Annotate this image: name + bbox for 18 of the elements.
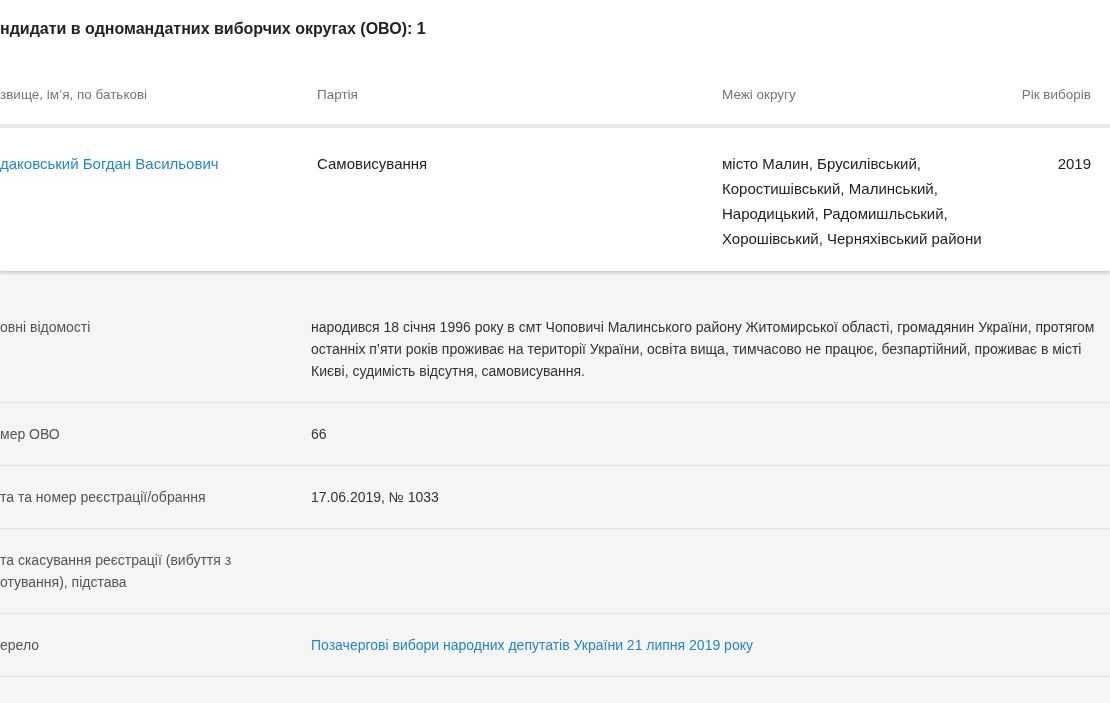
- field-label: мер ОВО: [0, 425, 61, 444]
- field-value: 17.06.2019, № 1033: [311, 488, 440, 507]
- candidate-link[interactable]: даковський Богдан Васильович: [0, 151, 219, 176]
- year-cell-text: 2019: [1056, 154, 1092, 174]
- section-heading: ндидати в одномандатних виборчих округах (ОВО): 1: [0, 19, 427, 39]
- source-link[interactable]: Позачергові вибори народних депутатів України 21 липня 2019 року: [311, 634, 753, 656]
- field-value: 66: [311, 425, 328, 444]
- district-cell-text: місто Малин, Брусилівський, Коростишівський, Малинський, Народицький, Радомишльський, Хорошівський, Черняхівський райони: [722, 154, 983, 249]
- column-header: Межі округу: [722, 86, 797, 102]
- field-label: ерело: [0, 636, 40, 655]
- field-label: та скасування реєстрації (вибуття з отування), підстава: [0, 551, 233, 592]
- column-header: Рік виборів: [1020, 86, 1092, 102]
- field-value: народився 18 січня 1996 року в смт Чоповичі Малинського району Житомирської області, громадянин України, протягом останніх п’яти років проживає на території України, освіта вища, тимчасово не працює, безпартійний, проживає в місті Києві, судимість відсутня, самовисування.: [311, 318, 1096, 381]
- column-header: Партія: [317, 86, 359, 102]
- field-label: та та номер реєстрації/обрання: [0, 488, 207, 507]
- party-cell-text: Самовисування: [317, 154, 429, 174]
- column-header: звище, ім’я, по батькові: [0, 86, 149, 102]
- field-label: овні відомості: [0, 318, 92, 337]
